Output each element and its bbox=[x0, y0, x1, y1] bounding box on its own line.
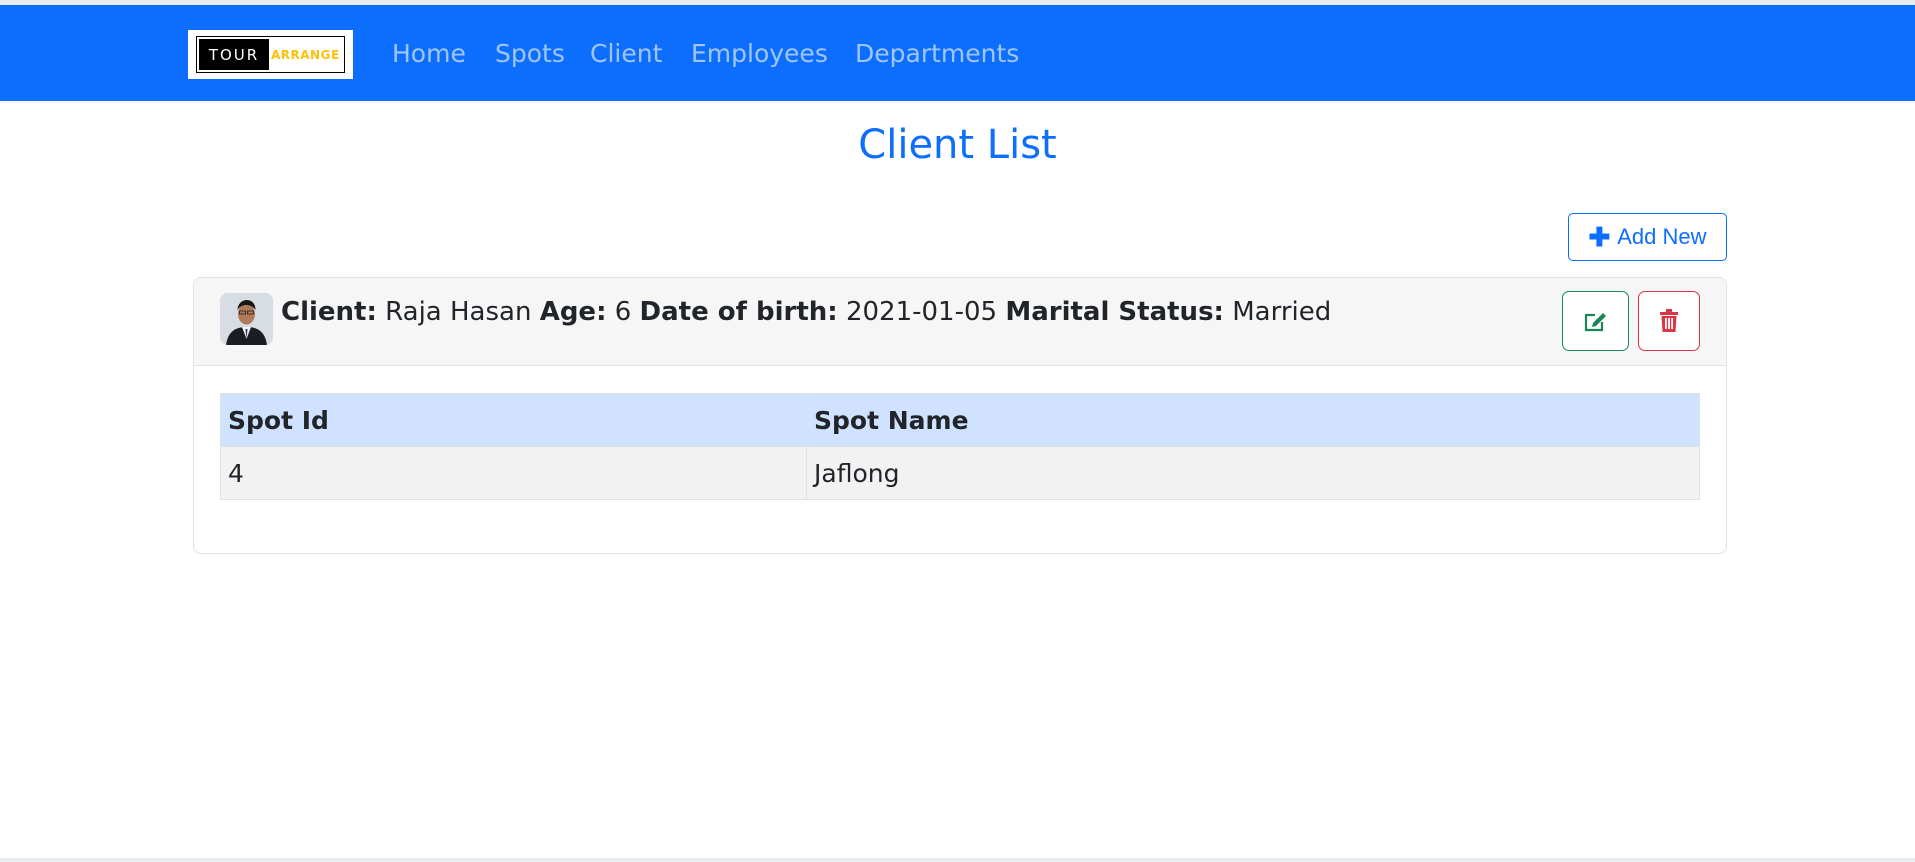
edit-button[interactable] bbox=[1562, 291, 1629, 351]
delete-button[interactable] bbox=[1638, 291, 1700, 351]
cell-spot-name: Jaflong bbox=[806, 446, 1700, 500]
client-card: Client: Raja Hasan Age: 6 Date of birth:… bbox=[193, 277, 1727, 554]
client-avatar bbox=[220, 293, 273, 345]
cell-spot-id: 4 bbox=[220, 446, 807, 500]
nav-spots[interactable]: Spots bbox=[495, 39, 565, 68]
logo-frame: TOUR ARRANGE bbox=[196, 36, 345, 73]
avatar-photo bbox=[220, 293, 273, 345]
nav-client[interactable]: Client bbox=[590, 39, 662, 68]
bottom-border bbox=[0, 858, 1915, 862]
logo-arrange-text: ARRANGE bbox=[271, 47, 340, 62]
navbar: TOUR ARRANGE Home Spots Client Employees… bbox=[0, 5, 1915, 101]
age-label: Age: bbox=[539, 297, 607, 327]
marital-status-label: Marital Status: bbox=[1005, 297, 1224, 327]
nav-employees[interactable]: Employees bbox=[691, 39, 828, 68]
nav-home[interactable]: Home bbox=[392, 39, 466, 68]
page-title: Client List bbox=[858, 122, 1057, 168]
edit-icon bbox=[1584, 313, 1606, 332]
trash-icon bbox=[1660, 309, 1678, 332]
header-spot-name: Spot Name bbox=[806, 393, 1700, 447]
client-label: Client: bbox=[281, 297, 377, 327]
nav-departments[interactable]: Departments bbox=[855, 39, 1019, 68]
spots-table: Spot Id Spot Name 4 Jaflong bbox=[220, 393, 1700, 500]
table-header-row: Spot Id Spot Name bbox=[220, 393, 1700, 447]
client-dob: 2021-01-05 bbox=[845, 297, 998, 327]
client-card-header: Client: Raja Hasan Age: 6 Date of birth:… bbox=[194, 278, 1726, 366]
add-new-label: Add New bbox=[1617, 224, 1707, 249]
client-age: 6 bbox=[614, 297, 632, 327]
add-new-button[interactable]: ✚ Add New bbox=[1568, 213, 1727, 261]
client-details: Client: Raja Hasan Age: 6 Date of birth:… bbox=[281, 297, 1331, 327]
client-marital-status: Married bbox=[1232, 297, 1332, 327]
header-spot-id: Spot Id bbox=[220, 393, 807, 447]
dob-label: Date of birth: bbox=[639, 297, 838, 327]
plus-icon: ✚ bbox=[1588, 221, 1611, 252]
brand-logo[interactable]: TOUR ARRANGE bbox=[188, 30, 353, 79]
client-name: Raja Hasan bbox=[385, 297, 532, 327]
table-row: 4 Jaflong bbox=[220, 446, 1700, 500]
logo-tour-text: TOUR bbox=[199, 39, 269, 70]
